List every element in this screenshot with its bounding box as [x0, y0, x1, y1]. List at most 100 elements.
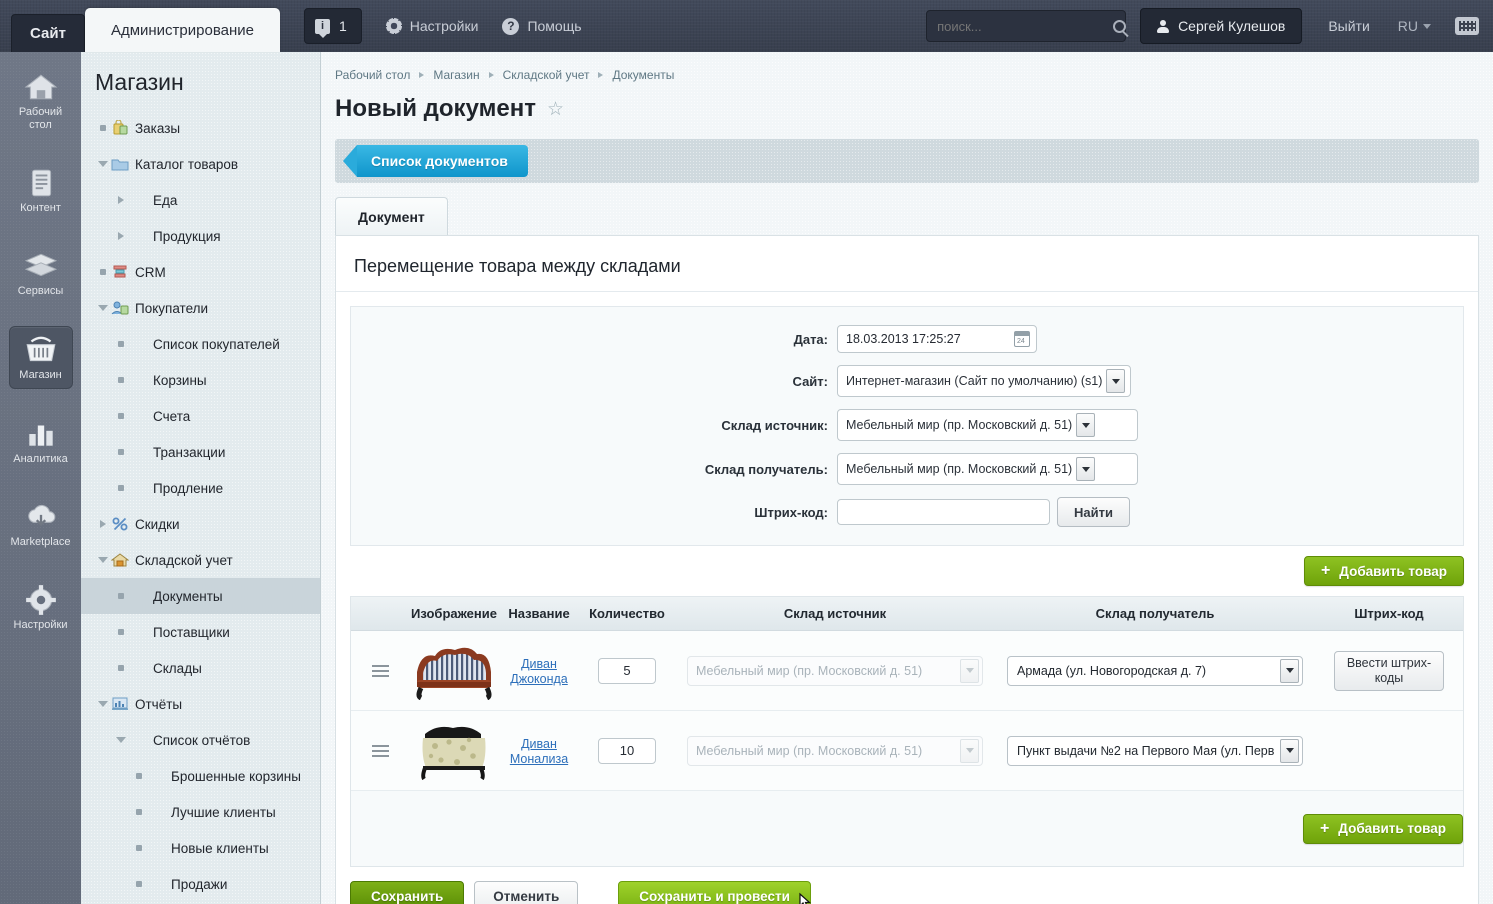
tab-site[interactable]: Сайт: [11, 14, 85, 52]
calendar-icon[interactable]: [1014, 331, 1030, 347]
menu-item-spacer: [129, 444, 147, 460]
quantity-input[interactable]: [598, 737, 656, 764]
page-title: Новый документ: [335, 95, 536, 122]
menu-item-20[interactable]: Новые клиенты: [81, 830, 320, 866]
dest-warehouse-select[interactable]: Мебельный мир (пр. Московский д. 51): [837, 453, 1138, 485]
breadcrumb-item-3[interactable]: Документы: [612, 68, 674, 82]
save-and-run-button[interactable]: Сохранить и провести: [618, 881, 811, 904]
find-button[interactable]: Найти: [1057, 497, 1130, 527]
cancel-button[interactable]: Отменить: [474, 881, 579, 904]
menu-item-5[interactable]: Покупатели: [81, 290, 320, 326]
menu-item-9[interactable]: Транзакции: [81, 434, 320, 470]
language-selector[interactable]: RU: [1398, 18, 1431, 34]
chevron-down-icon[interactable]: [113, 737, 129, 743]
product-link[interactable]: Диван Монализа: [510, 737, 568, 766]
rail-item-1[interactable]: Контент: [0, 148, 81, 231]
menu-item-spacer: [129, 588, 147, 604]
user-menu[interactable]: Сергей Кулешов: [1140, 8, 1303, 44]
chevron-down-icon[interactable]: [95, 161, 111, 167]
chevron-right-icon[interactable]: [113, 196, 129, 204]
tab-administration[interactable]: Администрирование: [84, 8, 280, 52]
menu-item-12[interactable]: Складской учет: [81, 542, 320, 578]
chevron-right-icon[interactable]: [95, 520, 111, 528]
chevron-right-icon[interactable]: [113, 232, 129, 240]
row-source-warehouse-select: Мебельный мир (пр. Московский д. 51): [687, 735, 983, 766]
plus-icon: +: [1319, 819, 1330, 837]
menu-item-6[interactable]: Список покупателей: [81, 326, 320, 362]
menu-item-label: Список отчётов: [153, 732, 251, 748]
chevron-down-icon[interactable]: [95, 557, 111, 563]
add-product-row-bottom: + Добавить товар: [350, 791, 1464, 867]
menu-item-spacer: [129, 336, 147, 352]
search-input[interactable]: [937, 18, 1114, 34]
barcode-label: Штрих-код:: [754, 504, 828, 520]
breadcrumb-item-2[interactable]: Складской учет: [503, 68, 590, 82]
notifications-button[interactable]: i 1: [303, 8, 362, 44]
drag-handle[interactable]: [351, 744, 409, 757]
row-dest-warehouse-select[interactable]: Пункт выдачи №2 на Первого Мая (ул. Перв: [1007, 735, 1303, 766]
rail-item-0[interactable]: Рабочий стол: [0, 52, 81, 148]
rail-item-4[interactable]: Аналитика: [0, 399, 81, 482]
chevron-down-icon[interactable]: [1076, 457, 1096, 481]
barcode-input[interactable]: [837, 499, 1050, 525]
menu-item-11[interactable]: Скидки: [81, 506, 320, 542]
breadcrumb-item-0[interactable]: Рабочий стол: [335, 68, 410, 82]
search-icon[interactable]: [1113, 19, 1127, 33]
menu-item-7[interactable]: Корзины: [81, 362, 320, 398]
chevron-down-icon[interactable]: [1106, 369, 1126, 393]
menu-item-10[interactable]: Продление: [81, 470, 320, 506]
rail-item-6[interactable]: Настройки: [0, 565, 81, 648]
breadcrumb-separator-icon: [419, 72, 425, 78]
menu-item-14[interactable]: Поставщики: [81, 614, 320, 650]
barcode-cell: Ввести штрих-коды: [1315, 650, 1463, 691]
menu-item-15[interactable]: Склады: [81, 650, 320, 686]
drag-handle-icon[interactable]: [371, 664, 389, 677]
rail-item-3[interactable]: Магазин: [0, 314, 81, 399]
rail-item-5[interactable]: Marketplace: [0, 482, 81, 565]
menu-item-3[interactable]: Продукция: [81, 218, 320, 254]
bar-chart-icon: [24, 419, 58, 449]
quantity-input[interactable]: [598, 657, 656, 684]
chevron-down-icon[interactable]: [95, 701, 111, 707]
menu-item-1[interactable]: Каталог товаров: [81, 146, 320, 182]
menu-item-4[interactable]: CRM: [81, 254, 320, 290]
menu-item-21[interactable]: Продажи: [81, 866, 320, 902]
row-dest-warehouse-select[interactable]: Армада (ул. Новогородская д. 7): [1007, 655, 1303, 686]
chevron-down-icon[interactable]: [1076, 413, 1096, 437]
chevron-down-icon[interactable]: [1280, 658, 1299, 683]
menu-item-17[interactable]: Список отчётов: [81, 722, 320, 758]
product-link[interactable]: Диван Джоконда: [510, 657, 568, 686]
menu-item-16[interactable]: Отчёты: [81, 686, 320, 722]
date-input[interactable]: 18.03.2013 17:25:27: [837, 325, 1037, 353]
rail-item-2[interactable]: Сервисы: [0, 231, 81, 314]
menu-item-8[interactable]: Счета: [81, 398, 320, 434]
save-button[interactable]: Сохранить: [350, 881, 465, 904]
menu-item-2[interactable]: Еда: [81, 182, 320, 218]
site-select[interactable]: Интернет-магазин (Сайт по умолчанию) (s1…: [837, 365, 1131, 397]
menu-item-13[interactable]: Документы: [81, 578, 320, 614]
menu-item-0[interactable]: Заказы: [81, 110, 320, 146]
menu-item-19[interactable]: Лучшие клиенты: [81, 794, 320, 830]
document-list-button[interactable]: Список документов: [343, 145, 528, 177]
chevron-down-icon[interactable]: [1280, 738, 1299, 763]
settings-link[interactable]: Настройки: [385, 18, 478, 34]
drag-handle-icon[interactable]: [371, 744, 389, 757]
tab-document[interactable]: Документ: [335, 197, 448, 235]
users-icon: [111, 300, 129, 316]
chevron-down-icon[interactable]: [95, 305, 111, 311]
breadcrumb-item-1[interactable]: Магазин: [433, 68, 479, 82]
search-box[interactable]: [926, 10, 1127, 42]
favorite-star-icon[interactable]: ☆: [547, 98, 564, 121]
menu-item-18[interactable]: Брошенные корзины: [81, 758, 320, 794]
enter-barcodes-button[interactable]: Ввести штрих-коды: [1334, 650, 1444, 691]
source-warehouse-select[interactable]: Мебельный мир (пр. Московский д. 51): [837, 409, 1138, 441]
logout-link[interactable]: Выйти: [1328, 18, 1369, 34]
site-select-value: Интернет-магазин (Сайт по умолчанию) (s1…: [846, 374, 1103, 388]
add-product-button-bottom[interactable]: + Добавить товар: [1302, 813, 1463, 844]
drag-handle[interactable]: [351, 664, 409, 677]
keyboard-icon[interactable]: [1455, 17, 1479, 35]
add-product-button-top[interactable]: + Добавить товар: [1303, 556, 1464, 586]
menu-item-spacer: [147, 768, 165, 784]
rail-item-label: Сервисы: [17, 285, 64, 297]
help-link[interactable]: ? Помощь: [502, 17, 582, 35]
